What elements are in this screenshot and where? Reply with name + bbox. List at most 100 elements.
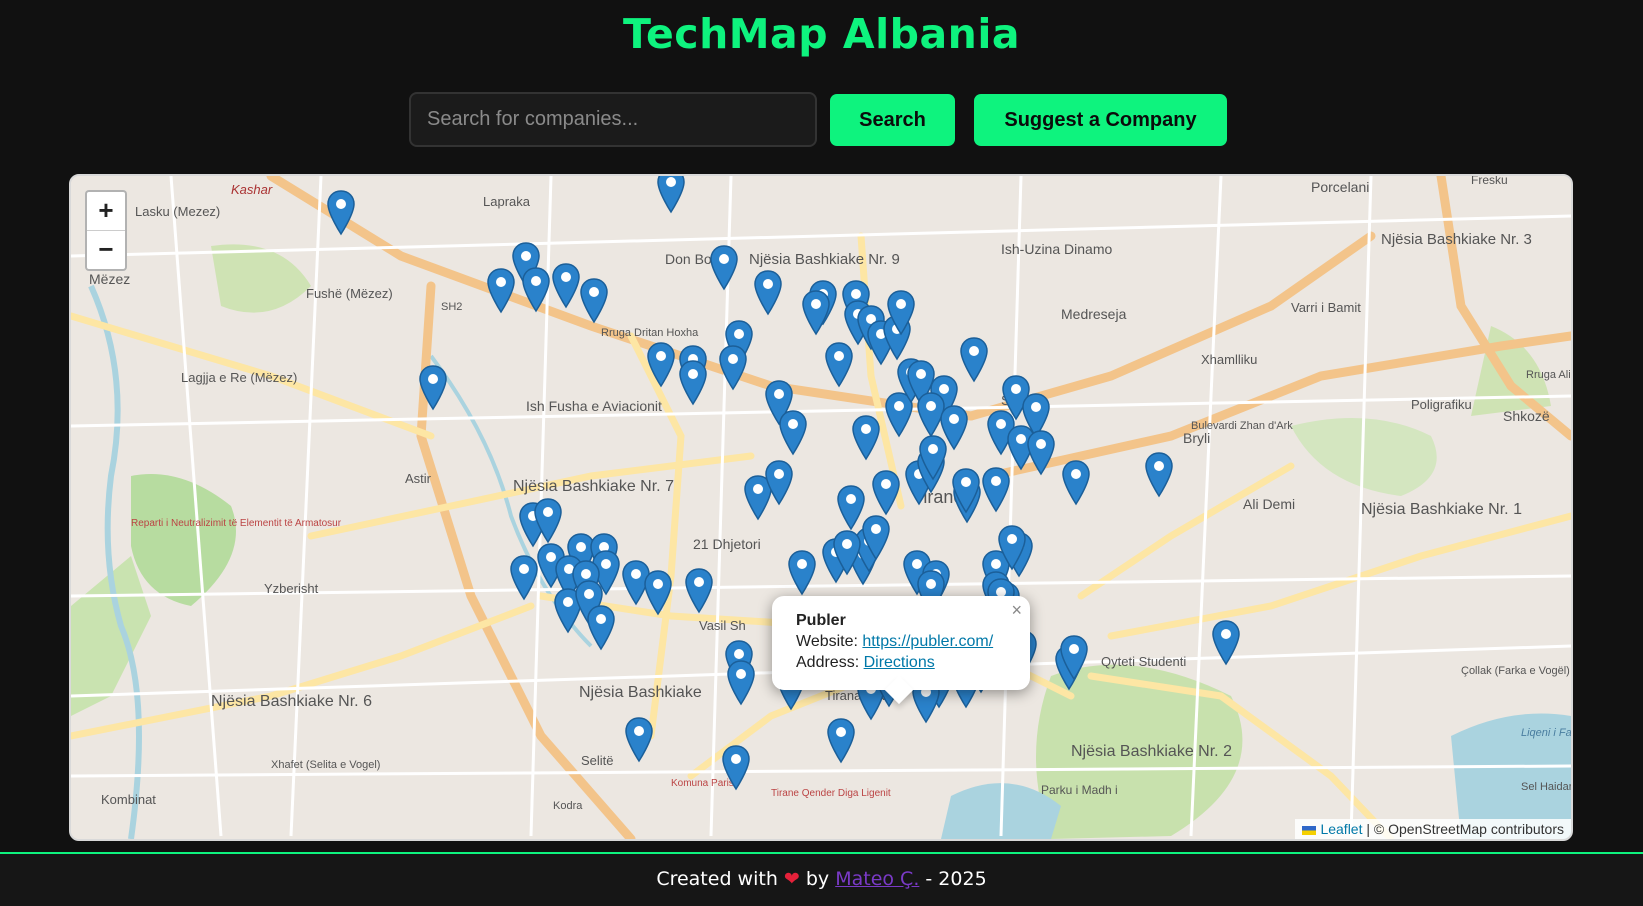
- map-label: Xhafet (Selita e Vogel): [271, 759, 380, 771]
- map-label: Njësia Bashkiake Nr. 6: [211, 693, 372, 710]
- map-marker-icon[interactable]: [587, 605, 615, 651]
- map-label: Rruga Ali Shi: [1526, 369, 1571, 381]
- map-marker-icon[interactable]: [522, 267, 550, 313]
- map-label: Lasku (Mezez): [135, 204, 220, 219]
- map-label: Bryli: [1183, 430, 1210, 446]
- map-marker-icon[interactable]: [887, 290, 915, 336]
- map-label: Vasil Sh: [699, 618, 746, 633]
- map-label: Lapraka: [483, 194, 531, 209]
- map-label: Parku i Madh i: [1041, 783, 1118, 797]
- map-label: Sel Haidarit: [1521, 781, 1571, 793]
- map-marker-icon[interactable]: [657, 176, 685, 214]
- map-label: Reparti i Neutralizimit të Elementit të …: [131, 518, 342, 529]
- map-label: Xhamlliku: [1201, 352, 1257, 367]
- map-marker-icon[interactable]: [837, 485, 865, 531]
- zoom-out-button[interactable]: −: [87, 230, 125, 269]
- map-marker-icon[interactable]: [1060, 635, 1088, 681]
- map-marker-icon[interactable]: [727, 660, 755, 706]
- map-marker-icon[interactable]: [1212, 620, 1240, 666]
- leaflet-link[interactable]: Leaflet: [1320, 821, 1362, 837]
- map-marker-icon[interactable]: [534, 498, 562, 544]
- map-marker-icon[interactable]: [982, 467, 1010, 513]
- map-label: Njësia Bashkiake: [579, 684, 702, 701]
- map-marker-icon[interactable]: [862, 515, 890, 561]
- map-marker-icon[interactable]: [825, 342, 853, 388]
- search-button[interactable]: Search: [830, 94, 955, 146]
- map-label: Njësia Bashkiake Nr. 7: [513, 478, 674, 495]
- map-marker-icon[interactable]: [327, 190, 355, 236]
- map-marker-icon[interactable]: [765, 460, 793, 506]
- map-label: Shkozë: [1503, 408, 1550, 424]
- heart-icon: ❤: [783, 868, 800, 890]
- map-marker-icon[interactable]: [960, 337, 988, 383]
- map-marker-icon[interactable]: [919, 435, 947, 481]
- map-marker-icon[interactable]: [487, 268, 515, 314]
- map-marker-icon[interactable]: [833, 530, 861, 576]
- map-label: Selitë: [581, 753, 614, 768]
- map-label: Ali Demi: [1243, 496, 1295, 512]
- map-marker-icon[interactable]: [580, 278, 608, 324]
- company-name: Publer: [796, 612, 846, 629]
- map-marker-icon[interactable]: [552, 263, 580, 309]
- map-marker-icon[interactable]: [419, 365, 447, 411]
- map-label: Lagjja e Re (Mëzez): [181, 370, 297, 385]
- address-label: Address:: [796, 654, 864, 671]
- map-marker-icon[interactable]: [1027, 430, 1055, 476]
- map-marker-icon[interactable]: [679, 360, 707, 406]
- map-label: Njësia Bashkiake Nr. 2: [1071, 743, 1232, 760]
- footer-year: - 2025: [919, 868, 987, 890]
- map-marker-icon[interactable]: [802, 290, 830, 336]
- footer: Created with ❤ by Mateo Ç. - 2025: [0, 852, 1643, 906]
- map-marker-icon[interactable]: [685, 568, 713, 614]
- map-tiles: Kashar Lasku (Mezez) Lapraka Mëzez Fushë…: [71, 176, 1571, 839]
- suggest-company-button[interactable]: Suggest a Company: [974, 94, 1227, 146]
- directions-link[interactable]: Directions: [864, 654, 935, 671]
- popup-close-button[interactable]: ×: [1011, 600, 1022, 621]
- map-marker-icon[interactable]: [1062, 460, 1090, 506]
- map-marker-icon[interactable]: [644, 570, 672, 616]
- map-label: Njësia Bashkiake Nr. 9: [749, 251, 900, 268]
- map-label: Mëzez: [89, 271, 130, 287]
- map-view[interactable]: Kashar Lasku (Mezez) Lapraka Mëzez Fushë…: [69, 174, 1573, 841]
- website-link[interactable]: https://publer.com/: [862, 633, 993, 650]
- zoom-control: + −: [85, 190, 127, 271]
- map-label: Poligrafiku: [1411, 397, 1472, 412]
- map-attribution: Leaflet | © OpenStreetMap contributors: [1295, 819, 1571, 839]
- map-label: Kashar: [231, 182, 273, 197]
- map-label: Fresku: [1471, 176, 1508, 187]
- map-label: Ish-Uzina Dinamo: [1001, 241, 1112, 257]
- map-label: Njësia Bashkiake Nr. 1: [1361, 501, 1522, 518]
- map-label: Porcelani: [1311, 179, 1369, 195]
- map-label: Medreseja: [1061, 306, 1127, 322]
- map-marker-icon[interactable]: [827, 718, 855, 764]
- map-marker-icon[interactable]: [852, 415, 880, 461]
- map-label: SH2: [441, 301, 462, 313]
- footer-prefix: Created with: [656, 868, 784, 890]
- search-input[interactable]: [409, 92, 817, 147]
- map-label: Liqeni i Farkës: [1521, 727, 1571, 739]
- map-marker-icon[interactable]: [722, 745, 750, 791]
- map-marker-icon[interactable]: [647, 342, 675, 388]
- author-link[interactable]: Mateo Ç.: [835, 868, 919, 890]
- map-marker-icon[interactable]: [952, 468, 980, 514]
- map-marker-icon[interactable]: [719, 345, 747, 391]
- map-marker-icon[interactable]: [510, 555, 538, 601]
- map-label: Ish Fusha e Aviacionit: [526, 398, 662, 414]
- map-marker-icon[interactable]: [788, 550, 816, 596]
- map-marker-icon[interactable]: [1145, 452, 1173, 498]
- footer-by: by: [799, 868, 836, 890]
- map-marker-icon[interactable]: [625, 717, 653, 763]
- map-marker-icon[interactable]: [754, 270, 782, 316]
- osm-credit: | © OpenStreetMap contributors: [1362, 821, 1564, 837]
- map-marker-icon[interactable]: [872, 470, 900, 516]
- zoom-in-button[interactable]: +: [87, 192, 125, 230]
- map-marker-icon[interactable]: [710, 245, 738, 291]
- map-label: Astir: [405, 471, 432, 486]
- map-label: Tirane Qender Diga Ligenit: [771, 788, 891, 799]
- search-toolbar: Search Suggest a Company: [0, 92, 1643, 148]
- map-marker-icon[interactable]: [998, 525, 1026, 571]
- company-popup: × Publer Website: https://publer.com/ Ad…: [772, 596, 1030, 705]
- map-marker-icon[interactable]: [779, 410, 807, 456]
- map-label: Rruga Dritan Hoxha: [601, 327, 699, 339]
- ukraine-flag-icon: [1302, 825, 1317, 835]
